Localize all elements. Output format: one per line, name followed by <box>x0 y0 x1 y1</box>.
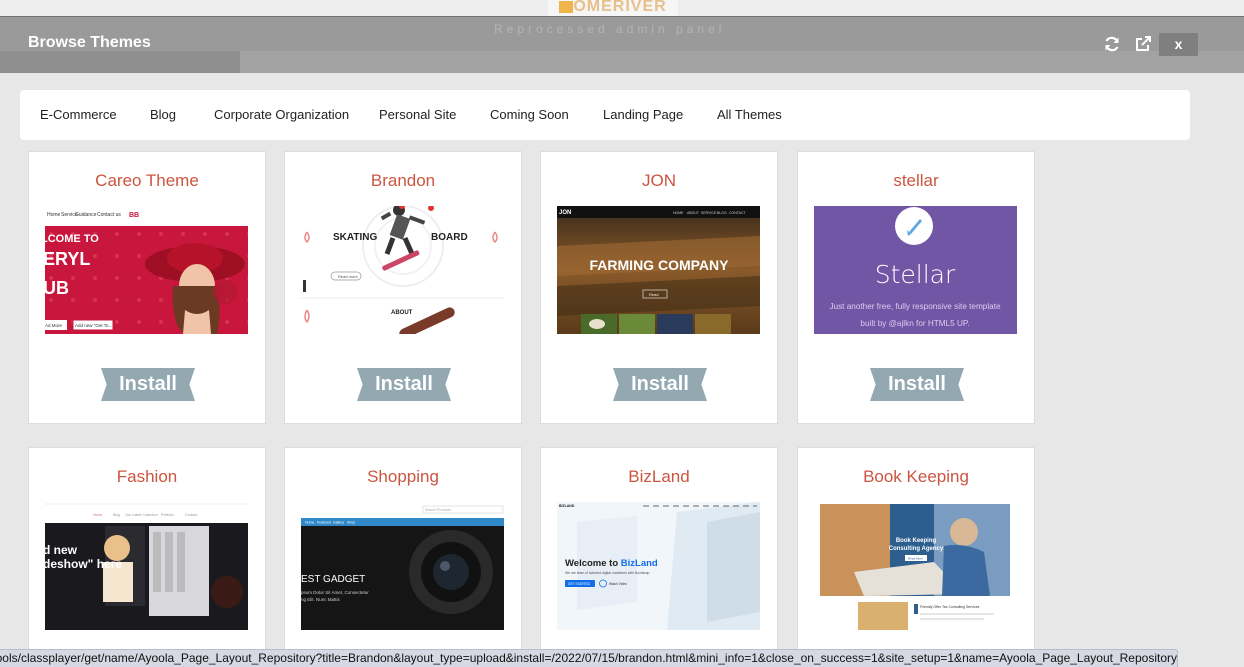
theme-title: Fashion <box>116 467 178 486</box>
install-button-stellar[interactable]: Install <box>870 368 964 401</box>
svg-text:Home: Home <box>93 513 102 517</box>
svg-text:BLOG: BLOG <box>717 211 727 215</box>
watermark-text: Reprocessed admin panel <box>494 22 726 36</box>
refresh-icon[interactable] <box>1103 35 1121 53</box>
svg-text:HOME: HOME <box>673 211 684 215</box>
install-button-brandon[interactable]: Install <box>357 368 451 401</box>
theme-title: Shopping <box>367 467 439 486</box>
theme-card-fashion: Fashion Home Blog Our Latest Collection … <box>28 447 266 659</box>
theme-preview-careo[interactable]: Home Service Guidance Contact us BB LCOM… <box>45 206 248 334</box>
tab-coming-soon[interactable]: Coming Soon <box>490 107 569 122</box>
logo-mark-icon <box>559 1 574 13</box>
tab-landing-page[interactable]: Landing Page <box>603 107 683 122</box>
svg-text:ng Elit. Nunc Mattis: ng Elit. Nunc Mattis <box>301 597 341 602</box>
theme-card-book-keeping: Book Keeping Book Keeping Consulting Age… <box>797 447 1035 659</box>
svg-text:deshow" here: deshow" here <box>45 557 122 571</box>
install-button-careo[interactable]: Install <box>101 368 195 401</box>
svg-text:Search Products: Search Products <box>425 508 451 512</box>
svg-text:Just another free, fully respo: Just another free, fully responsive site… <box>829 302 1001 311</box>
svg-text:Portfolio: Portfolio <box>161 513 174 517</box>
svg-text:Consulting Agency: Consulting Agency <box>889 546 944 552</box>
preview-nav: Home <box>47 212 61 218</box>
svg-text:Stellar: Stellar <box>875 260 956 289</box>
theme-title: Careo Theme <box>95 171 199 190</box>
svg-text:d new: d new <box>45 543 78 557</box>
svg-text:BB: BB <box>129 212 139 219</box>
svg-text:SKATING: SKATING <box>333 232 377 243</box>
svg-text:Welcome to BizLand: Welcome to BizLand <box>565 558 658 569</box>
theme-card-stellar: stellar Stellar Just another free, fully… <box>797 151 1035 424</box>
close-button[interactable]: x <box>1159 33 1198 56</box>
tab-corporate-organization[interactable]: Corporate Organization <box>214 107 349 122</box>
status-bar-url: http://ayoola.com/tools/classplayer/get/… <box>0 649 1178 667</box>
theme-card-brandon: Brandon SKATING BOARD Read more ABOUT In… <box>284 151 522 424</box>
theme-preview-fashion[interactable]: Home Blog Our Latest Collection Portfoli… <box>45 502 248 630</box>
tab-personal-site[interactable]: Personal Site <box>379 107 456 122</box>
svg-text:Friendly Offer Tax Consulting: Friendly Offer Tax Consulting Services <box>920 605 980 609</box>
modal-header: Reprocessed admin panel Browse Themes x <box>0 16 1244 74</box>
svg-text:Add new "Get To...: Add new "Get To... <box>75 323 112 328</box>
svg-text:Contact us: Contact us <box>97 212 121 218</box>
tab-e-commerce[interactable]: E-Commerce <box>40 107 117 122</box>
theme-preview-book-keeping[interactable]: Book Keeping Consulting Agency Read More… <box>814 502 1017 630</box>
external-link-icon[interactable] <box>1134 35 1152 53</box>
backdrop-logo: OMERIVER <box>548 0 678 16</box>
svg-text:ABOUT: ABOUT <box>391 310 413 316</box>
svg-text:FARMING COMPANY: FARMING COMPANY <box>590 257 730 273</box>
svg-text:Featured: Featured <box>317 521 331 525</box>
svg-text:EST GADGET: EST GADGET <box>301 574 365 585</box>
modal-title: Browse Themes <box>28 34 151 51</box>
svg-text:Our Latest Collection: Our Latest Collection <box>125 513 158 517</box>
svg-text:Read: Read <box>649 292 659 297</box>
tab-blog[interactable]: Blog <box>150 107 176 122</box>
theme-title: Book Keeping <box>863 467 969 486</box>
svg-text:GET STARTED: GET STARTED <box>568 582 591 586</box>
svg-text:Guidance: Guidance <box>75 212 97 218</box>
svg-text:Contact: Contact <box>185 513 197 517</box>
svg-text:Watch Video: Watch Video <box>609 582 627 586</box>
svg-text:JON: JON <box>559 210 571 216</box>
svg-text:Home: Home <box>305 521 314 525</box>
svg-text:ABOUT: ABOUT <box>687 211 700 215</box>
theme-preview-jon[interactable]: JON HOME ABOUT SERVICE BLOG CONTACT FARM… <box>557 206 760 334</box>
svg-text:built by @ajlkn for HTML5 UP.: built by @ajlkn for HTML5 UP. <box>860 319 969 328</box>
svg-text:BIZLAND: BIZLAND <box>559 504 575 508</box>
svg-text:Gallery: Gallery <box>333 521 344 525</box>
svg-text:Shop: Shop <box>347 521 355 525</box>
theme-preview-stellar[interactable]: Stellar Just another free, fully respons… <box>814 206 1017 334</box>
theme-title: stellar <box>893 171 939 190</box>
svg-text:UB: UB <box>45 278 69 298</box>
theme-title: JON <box>642 171 676 190</box>
theme-preview-shopping[interactable]: Search Products Home Featured Gallery Sh… <box>301 502 504 630</box>
status-url-text: http://ayoola.com/tools/classplayer/get/… <box>0 651 1177 665</box>
theme-card-jon: JON JON HOME ABOUT SERVICE BLOG CONTACT … <box>540 151 778 424</box>
theme-card-shopping: Shopping Search Products Home Featured G… <box>284 447 522 659</box>
svg-text:SERVICE: SERVICE <box>701 211 717 215</box>
logo-text: OMERIVER <box>573 0 667 15</box>
svg-text:psum Dolor Sit Amet, Consectet: psum Dolor Sit Amet, Consectetur <box>301 590 369 595</box>
theme-card-bizland: BizLand BIZLAND Welcome to BizLand We ar… <box>540 447 778 659</box>
svg-text:ERYL: ERYL <box>45 249 90 269</box>
tab-all-themes[interactable]: All Themes <box>717 107 782 122</box>
svg-text:Blog: Blog <box>113 513 120 517</box>
svg-text:Book Keeping: Book Keeping <box>896 538 937 544</box>
theme-preview-brandon[interactable]: SKATING BOARD Read more ABOUT <box>301 206 504 334</box>
install-button-jon[interactable]: Install <box>613 368 707 401</box>
svg-text:LCOME TO: LCOME TO <box>45 233 99 245</box>
theme-title: Brandon <box>370 171 436 190</box>
svg-text:CONTACT: CONTACT <box>729 211 747 215</box>
modal-content: E-Commerce Blog Corporate Organization P… <box>0 73 1244 666</box>
svg-text:BOARD: BOARD <box>431 232 468 243</box>
svg-text:Read More: Read More <box>908 557 923 561</box>
header-band-left <box>0 51 240 74</box>
svg-text:Ad More: Ad More <box>45 323 63 328</box>
theme-card-careo: Careo Theme Home Service Guidance Contac… <box>28 151 266 424</box>
category-tabs: E-Commerce Blog Corporate Organization P… <box>20 90 1190 140</box>
header-band-right <box>240 51 1244 74</box>
svg-text:We are team of talented digita: We are team of talented digital marketer… <box>565 571 649 575</box>
theme-preview-bizland[interactable]: BIZLAND Welcome to BizLand We are team o… <box>557 502 760 630</box>
theme-title: BizLand <box>628 467 690 486</box>
svg-text:Read more: Read more <box>338 274 359 279</box>
